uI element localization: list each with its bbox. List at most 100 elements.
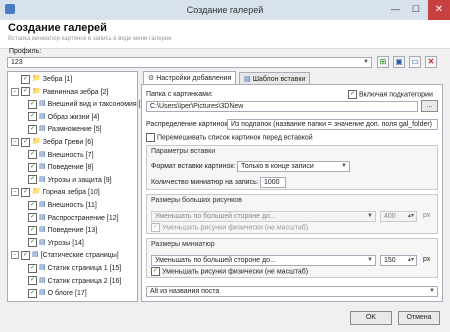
format-select[interactable]: Только в конце записи ▼ <box>237 161 350 172</box>
shuffle-checkbox[interactable]: Перемешивать список картинок перед встав… <box>146 133 313 142</box>
mini-physical-checkbox[interactable]: ✓ Уменьшать рисунки физически (не масштаб… <box>151 267 308 276</box>
mini-size-spinner[interactable]: 150 ▴▾ <box>380 255 417 266</box>
distribution-value: Из подпапок (название папки = значение д… <box>231 121 433 128</box>
expander-icon[interactable]: − <box>11 188 19 197</box>
tree-item[interactable]: ✓ ▤ Внешний вид и таксономия [3] <box>28 99 146 109</box>
page-icon: ▤ <box>39 163 46 171</box>
tab-settings-label: Настройки добавления <box>156 75 232 82</box>
chevron-down-icon: ▼ <box>367 257 373 263</box>
tree-item[interactable]: ✓ ▤ Статик страница 2 [16] <box>28 276 121 286</box>
profile-label: Профиль: <box>9 48 42 55</box>
mini-mode-select[interactable]: Уменьшать по большей стороне до... ▼ <box>151 255 376 266</box>
page-icon: ▤ <box>39 150 46 158</box>
tree-checkbox[interactable]: ✓ <box>28 288 37 298</box>
tree-item[interactable]: ✓ ▤ Образ жизни [4] <box>28 112 99 122</box>
tree-checkbox[interactable]: ✓ <box>28 238 37 248</box>
tree-item[interactable]: ✓ ▤ Поведение [8] <box>28 162 93 172</box>
chevron-down-icon: ▼ <box>429 288 435 294</box>
alt-select[interactable]: Alt из названия поста ▼ <box>146 286 438 297</box>
tree-item-label: Зебра Греви [6] <box>42 138 94 146</box>
maximize-icon[interactable]: ☐ <box>412 4 420 15</box>
folder-path-input[interactable]: C:\Users\Iper\Pictures\3DNew <box>146 101 418 112</box>
tree-checkbox[interactable]: ✓ <box>21 87 30 97</box>
tree-item[interactable]: ✓ 📁 Зебра [1] <box>11 74 72 84</box>
tree-checkbox[interactable]: ✓ <box>28 213 37 223</box>
browse-button[interactable]: ... <box>421 100 438 112</box>
close-icon[interactable]: ✕ <box>428 0 450 20</box>
folder-icon: 📁 <box>32 138 41 145</box>
tree-item[interactable]: ✓ ▤ Угрозы и защита [9] <box>28 175 112 185</box>
add-profile-icon[interactable]: ⊞ <box>377 56 389 68</box>
tree-item[interactable]: ✓ ▤ Статик страница 1 [15] <box>28 263 121 273</box>
page-icon: ▤ <box>39 276 46 284</box>
chevron-down-icon: ▼ <box>367 213 373 219</box>
tree-checkbox[interactable]: ✓ <box>28 150 37 160</box>
include-subfolders-checkbox[interactable]: ✓ Включая подкатегории <box>348 90 433 99</box>
tree-item-label: Поведение [8] <box>47 164 94 172</box>
expander-icon[interactable]: − <box>11 251 19 260</box>
mini-mode-value: Уменьшать по большей стороне до... <box>155 257 276 264</box>
tree-item[interactable]: ✓ ▤ Размножение [5] <box>28 124 102 134</box>
tree-item-label: О блоге [17] <box>47 290 87 298</box>
big-unit: px <box>423 212 431 219</box>
page-icon: ▤ <box>39 213 46 221</box>
tree-item[interactable]: ✓ ▤ Распространение [12] <box>28 213 119 223</box>
tree-checkbox[interactable]: ✓ <box>21 187 30 197</box>
tree-item[interactable]: − ✓ 📁 Зебра Греви [6] <box>11 137 93 147</box>
page-icon: ▤ <box>39 125 46 133</box>
tree-checkbox[interactable]: ✓ <box>28 162 37 172</box>
tree-checkbox[interactable]: ✓ <box>28 175 37 185</box>
expander-icon[interactable]: − <box>11 138 19 146</box>
tree-item-label: Размножение [5] <box>47 126 102 134</box>
page-icon: ▤ <box>39 264 46 271</box>
profile-value: 123 <box>11 59 23 66</box>
tree-checkbox[interactable]: ✓ <box>28 124 37 134</box>
save-icon[interactable]: ▣ <box>393 56 405 68</box>
distribution-select[interactable]: Из подпапок (название папки = значение д… <box>227 119 438 130</box>
tree-item[interactable]: ✓ ▤ Внешность [7] <box>28 150 94 160</box>
folder-icon: 📁 <box>32 188 41 196</box>
tree-checkbox[interactable]: ✓ <box>28 263 37 273</box>
window-title: Создание галерей <box>186 5 264 15</box>
tree-item[interactable]: ✓ ▤ Внешность [11] <box>28 200 97 210</box>
expander-icon[interactable]: − <box>11 87 19 96</box>
checkbox-checked: ✓ <box>348 90 357 99</box>
cancel-button[interactable]: Отмена <box>398 311 440 325</box>
template-icon: ▤ <box>244 76 251 83</box>
big-mode-select[interactable]: Уменьшать по большей стороне до... ▼ <box>151 211 376 222</box>
count-input[interactable]: 1000 <box>260 177 286 188</box>
delete-icon[interactable]: ✕ <box>425 56 437 68</box>
tree-item-label: Поведение [13] <box>47 227 98 235</box>
ok-button[interactable]: OK <box>350 311 392 325</box>
mini-physical-label: Уменьшать рисунки физически (не масштаб) <box>162 268 309 276</box>
chevron-down-icon: ▼ <box>363 59 369 65</box>
tree-item[interactable]: ✓ ▤ О блоге [17] <box>28 288 87 298</box>
tree-checkbox[interactable]: ✓ <box>28 99 37 109</box>
rename-icon[interactable]: ▭ <box>409 56 421 68</box>
tree-item[interactable]: − ✓ 📁 Равнинная зебра [2] <box>11 87 108 97</box>
gear-icon: ⚙ <box>148 75 155 82</box>
minimize-icon[interactable]: — <box>391 4 400 14</box>
tree-checkbox[interactable]: ✓ <box>21 137 30 147</box>
tree-item-label: Зебра [1] <box>42 75 73 83</box>
tree-item[interactable]: ✓ ▤ Поведение [13] <box>28 225 97 235</box>
tree-item-label: Горная зебра [10] <box>42 189 100 197</box>
tree-checkbox[interactable]: ✓ <box>28 225 37 235</box>
big-physical-label: Уменьшать рисунки физически (не масштаб) <box>162 224 309 232</box>
tree-checkbox[interactable]: ✓ <box>21 74 30 84</box>
tree-checkbox[interactable]: ✓ <box>28 276 37 286</box>
tab-settings[interactable]: ⚙ Настройки добавления <box>143 71 237 85</box>
tree-checkbox[interactable]: ✓ <box>21 250 30 260</box>
tree-checkbox[interactable]: ✓ <box>28 200 37 210</box>
big-physical-checkbox[interactable]: ✓ Уменьшать рисунки физически (не масштаб… <box>151 223 308 232</box>
tree-item[interactable]: ✓ ▤ Угрозы [14] <box>28 238 84 248</box>
tree-item[interactable]: − ✓ 📁 Горная зебра [10] <box>11 187 100 197</box>
tree-item[interactable]: − ✓ ▤ [Статические страницы] <box>11 250 119 260</box>
big-size-spinner[interactable]: 400 ▴▾ <box>380 211 417 222</box>
tree-item-label: Внешний вид и таксономия [3] <box>47 101 147 109</box>
title-bar: Создание галерей — ☐ ✕ <box>0 0 450 20</box>
category-tree[interactable]: ✓ 📁 Зебра [1] − ✓ 📁 Равнинная зебра [2] ✓ ▤ Внешн… <box>7 71 146 302</box>
tree-checkbox[interactable]: ✓ <box>28 112 37 122</box>
checkbox-checked: ✓ <box>151 223 160 232</box>
profile-select[interactable]: 123 ▼ <box>7 57 372 68</box>
